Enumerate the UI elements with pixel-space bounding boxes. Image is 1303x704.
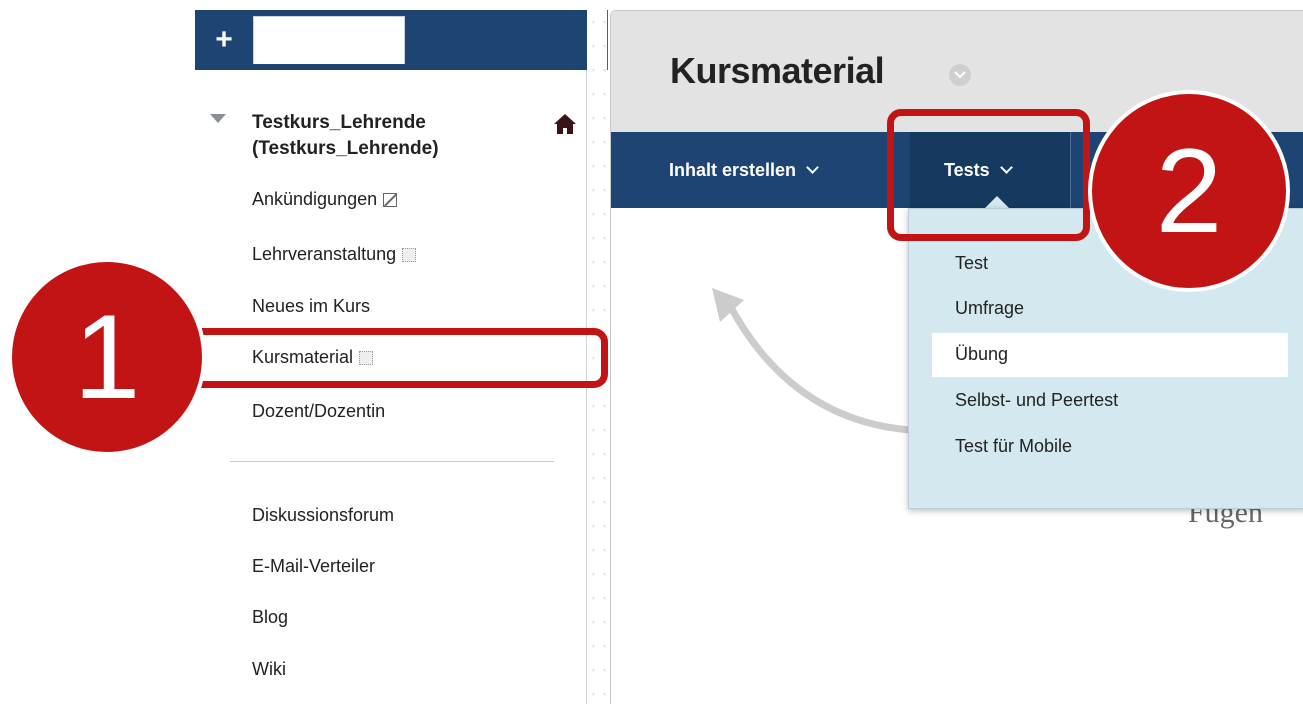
step-badge-2: 2: [1088, 90, 1290, 292]
menu-item-ankuendigungen[interactable]: Ankündigungen: [252, 189, 398, 210]
hidden-slash-icon: [383, 192, 398, 207]
highlight-box-kursmaterial: [193, 328, 608, 388]
menu-item-dozent[interactable]: Dozent/Dozentin: [252, 401, 385, 422]
empty-box-icon: [402, 247, 417, 262]
dropdown-item-umfrage[interactable]: Umfrage: [955, 298, 1024, 319]
menu-item-lehrveranstaltung[interactable]: Lehrveranstaltung: [252, 244, 417, 265]
add-menu-item-button[interactable]: +: [195, 10, 253, 70]
menu-search-input[interactable]: [253, 16, 405, 64]
collapse-caret-icon[interactable]: [210, 114, 226, 123]
dropdown-item-uebung[interactable]: Übung: [955, 344, 1008, 365]
chevron-down-icon: [806, 160, 819, 174]
dropdown-item-test[interactable]: Test: [955, 253, 988, 274]
menu-item-email-verteiler[interactable]: E-Mail-Verteiler: [252, 556, 375, 577]
curved-arrow-icon: [712, 288, 914, 434]
menu-item-diskussionsforum[interactable]: Diskussionsforum: [252, 505, 394, 526]
inhalt-erstellen-button[interactable]: Inhalt erstellen: [669, 132, 819, 208]
dropdown-item-test-fuer-mobile[interactable]: Test für Mobile: [955, 436, 1072, 457]
step-badge-1: 1: [8, 258, 206, 456]
home-icon[interactable]: [553, 113, 577, 135]
title-options-chevron-icon[interactable]: [949, 64, 971, 86]
course-menu-toolbar: +: [195, 10, 768, 70]
highlight-box-tests: [887, 109, 1090, 241]
dropdown-item-selbst-und-peertest[interactable]: Selbst- und Peertest: [955, 390, 1118, 411]
menu-divider: [230, 461, 554, 462]
course-title[interactable]: Testkurs_Lehrende (Testkurs_Lehrende): [252, 110, 532, 162]
plus-icon: +: [215, 23, 233, 56]
page-title: Kursmaterial: [670, 50, 885, 91]
menu-item-wiki[interactable]: Wiki: [252, 659, 286, 680]
menu-item-neues-im-kurs[interactable]: Neues im Kurs: [252, 296, 370, 317]
menu-item-blog[interactable]: Blog: [252, 607, 288, 628]
